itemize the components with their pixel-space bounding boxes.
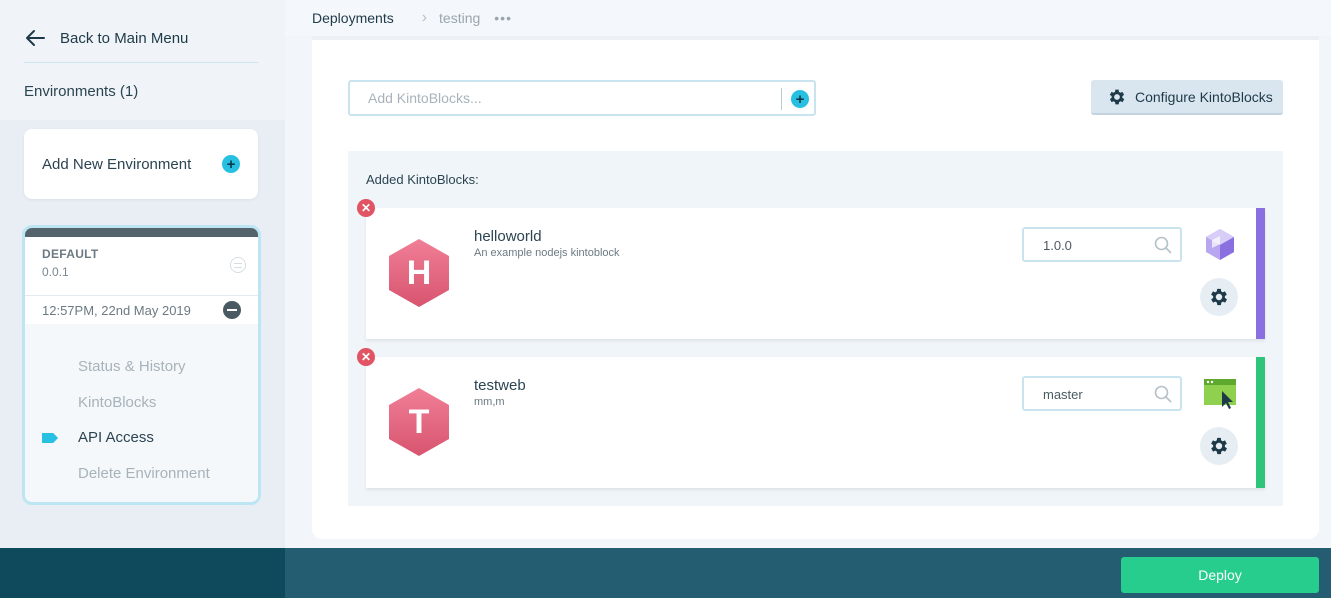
more-icon[interactable]: ••• — [494, 10, 512, 26]
kintoblock-description: mm,m — [474, 396, 505, 408]
kintoblock-search: + — [348, 80, 816, 116]
back-to-main-menu-link[interactable]: Back to Main Menu — [24, 28, 188, 48]
menu-item-delete-environment[interactable]: Delete Environment — [25, 456, 258, 492]
kintoblock-name[interactable]: helloworld — [474, 228, 542, 245]
configure-label: Configure KintoBlocks — [1135, 88, 1273, 105]
add-new-environment-button[interactable]: Add New Environment + — [24, 129, 258, 199]
add-environment-label: Add New Environment — [42, 155, 192, 173]
active-tag-icon — [42, 433, 58, 443]
version-value: 1.0.0 — [1043, 238, 1072, 253]
kintoblock-letter: T — [408, 402, 430, 441]
version-selector[interactable]: 1.0.0 — [1022, 227, 1182, 262]
menu-item-status-history[interactable]: Status & History — [25, 349, 258, 385]
environment-card-bar — [25, 228, 258, 237]
back-label: Back to Main Menu — [60, 29, 189, 47]
sidebar: Back to Main Menu Environments (1) Add N… — [0, 0, 285, 548]
menu-item-api-access[interactable]: API Access — [25, 420, 258, 456]
kintoblock-description: An example nodejs kintoblock — [474, 247, 620, 259]
search-divider — [781, 88, 782, 110]
environments-title: Environments (1) — [24, 83, 139, 100]
environment-menu: Status & History KintoBlocks API Access … — [25, 324, 258, 491]
gear-icon — [1109, 89, 1125, 104]
search-icon — [1154, 385, 1172, 403]
added-kintoblocks-title: Added KintoBlocks: — [366, 172, 479, 187]
remove-icon[interactable]: ✕ — [357, 348, 375, 366]
breadcrumb-deployments[interactable]: Deployments — [312, 10, 394, 26]
environment-date-row: 12:57PM, 22nd May 2019 — [25, 295, 258, 324]
kintoblock-card: ✕ H helloworld An example nodejs kintobl… — [357, 199, 1265, 339]
collapse-icon[interactable] — [223, 301, 241, 319]
search-icon — [1154, 236, 1172, 254]
footer-left — [0, 548, 285, 598]
configure-kintoblocks-button[interactable]: Configure KintoBlocks — [1091, 80, 1283, 115]
kintoblock-card: ✕ T testweb mm,m master — [357, 348, 1265, 488]
gear-icon — [1211, 437, 1227, 455]
menu-item-label: API Access — [78, 429, 154, 447]
remove-icon[interactable]: ✕ — [357, 199, 375, 217]
version-selector[interactable]: master — [1022, 376, 1182, 411]
kintoblock-settings-button[interactable] — [1200, 278, 1238, 316]
add-kintoblock-icon[interactable]: + — [791, 90, 809, 108]
divider — [24, 62, 258, 63]
added-kintoblocks-area: Added KintoBlocks: ✕ H helloworld An exa… — [348, 151, 1283, 506]
sidebar-header — [0, 0, 285, 120]
browser-cursor-icon — [1204, 379, 1236, 409]
environment-version: 0.0.1 — [42, 265, 69, 279]
deploy-button[interactable]: Deploy — [1121, 557, 1319, 593]
environment-name: DEFAULT — [42, 247, 99, 261]
kintoblock-name[interactable]: testweb — [474, 377, 526, 394]
kintoblock-letter: H — [406, 253, 432, 292]
cube-icon — [1206, 229, 1234, 260]
arrow-left-icon — [26, 30, 45, 46]
add-kintoblocks-input[interactable] — [350, 82, 780, 114]
kintoblock-settings-button[interactable] — [1200, 427, 1238, 465]
menu-item-label: Status & History — [78, 358, 186, 376]
environment-header: DEFAULT 0.0.1 — [25, 237, 258, 295]
plus-icon: + — [222, 155, 240, 173]
menu-item-kintoblocks[interactable]: KintoBlocks — [25, 385, 258, 421]
gear-icon — [1211, 288, 1227, 306]
menu-item-label: Delete Environment — [78, 464, 210, 482]
chevron-right-icon: › — [421, 9, 428, 26]
environment-card[interactable]: DEFAULT 0.0.1 12:57PM, 22nd May 2019 Sta… — [22, 225, 261, 505]
main-panel: + Configure KintoBlocks Added KintoBlock… — [312, 36, 1319, 539]
reorder-icon[interactable] — [230, 257, 246, 273]
environment-timestamp: 12:57PM, 22nd May 2019 — [42, 302, 191, 318]
version-value: master — [1043, 387, 1083, 402]
breadcrumb-current[interactable]: testing — [439, 10, 480, 26]
menu-item-label: KintoBlocks — [78, 393, 157, 411]
breadcrumb: Deployments › testing ••• — [285, 0, 1331, 36]
